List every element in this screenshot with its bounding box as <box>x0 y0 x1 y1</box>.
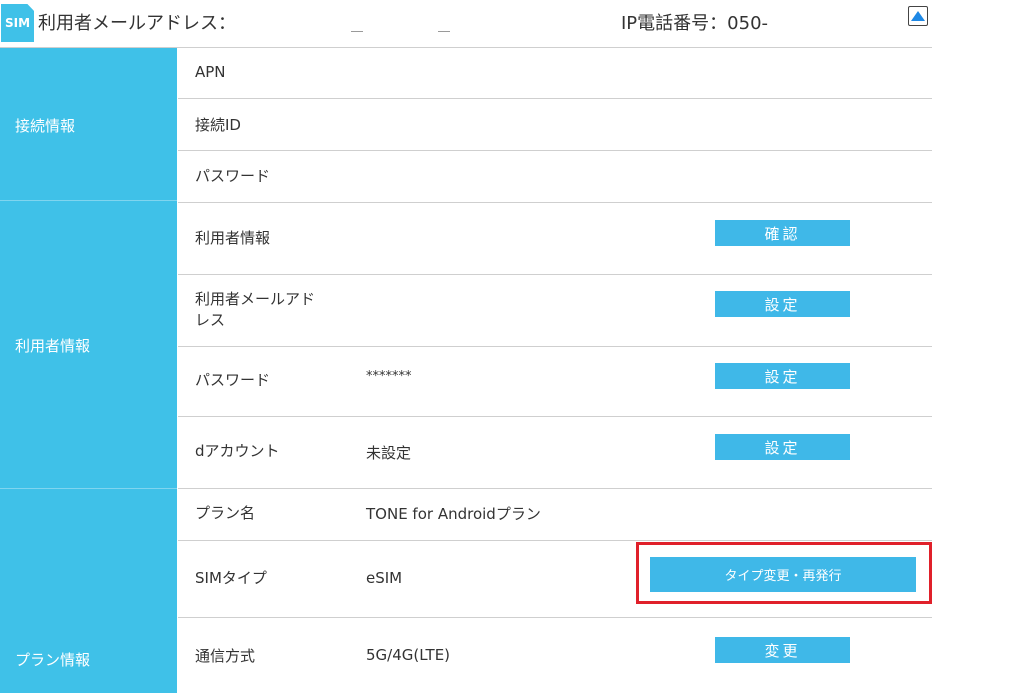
network-type-value: 5G/4G(LTE) <box>366 646 451 664</box>
header-bar: SIM 利用者メールアドレス： IP電話番号：050- <box>0 0 932 48</box>
row-apn: APN <box>178 47 932 99</box>
row-label: dアカウント <box>195 442 280 460</box>
d-account-settings-button[interactable]: 設定 <box>715 434 850 460</box>
d-account-value: 未設定 <box>366 444 412 462</box>
row-user-email: 利用者メールアド レス 設定 <box>178 275 932 347</box>
section-title: 接続情報 <box>15 117 76 135</box>
password-settings-button[interactable]: 設定 <box>715 363 850 389</box>
row-label: パスワード <box>195 371 271 389</box>
row-user-info: 利用者情報 確認 <box>178 203 932 275</box>
sim-type-value: eSIM <box>366 569 403 587</box>
password-value: ******* <box>366 369 412 384</box>
row-label: パスワード <box>195 167 271 185</box>
row-d-account: dアカウント 未設定 設定 <box>178 417 932 489</box>
section-connection-info: 接続情報 <box>0 48 177 200</box>
row-label-line: 利用者メールアド <box>195 290 316 308</box>
triangle-up-icon <box>911 11 925 21</box>
scroll-to-top-button[interactable] <box>908 6 928 26</box>
section-title: 利用者情報 <box>15 337 91 355</box>
section-plan-info: プラン情報 <box>0 489 177 693</box>
row-label: APN <box>195 63 226 81</box>
row-label-line: レス <box>195 311 226 329</box>
plan-name-value: TONE for Androidプラン <box>366 505 541 523</box>
ip-phone-number-label: IP電話番号：050- <box>621 13 769 34</box>
change-network-button[interactable]: 変更 <box>715 637 850 663</box>
row-label: プラン名 <box>195 504 256 522</box>
row-user-password: パスワード ******* 設定 <box>178 347 932 417</box>
row-network-type: 通信方式 5G/4G(LTE) 変更 <box>178 618 932 693</box>
highlight-box <box>636 542 932 604</box>
row-label: 通信方式 <box>195 647 256 665</box>
row-connection-password: パスワード <box>178 151 932 203</box>
row-label: SIMタイプ <box>195 569 267 587</box>
page: SIM 利用者メールアドレス： IP電話番号：050- 接続情報 APN 接続I… <box>0 0 1024 693</box>
row-label: 接続ID <box>195 116 241 134</box>
row-label: 利用者情報 <box>195 229 271 247</box>
row-label: 利用者メールアド レス <box>195 289 315 331</box>
row-plan-name: プラン名 TONE for Androidプラン <box>178 489 932 541</box>
masked-text-underline <box>351 31 363 32</box>
section-title: プラン情報 <box>15 651 91 669</box>
masked-text-underline <box>438 31 450 32</box>
confirm-button[interactable]: 確認 <box>715 220 850 246</box>
email-settings-button[interactable]: 設定 <box>715 291 850 317</box>
row-connection-id: 接続ID <box>178 99 932 151</box>
section-user-info: 利用者情報 <box>0 201 177 488</box>
sim-card-icon: SIM <box>1 4 34 42</box>
user-email-label: 利用者メールアドレス： <box>38 13 236 34</box>
